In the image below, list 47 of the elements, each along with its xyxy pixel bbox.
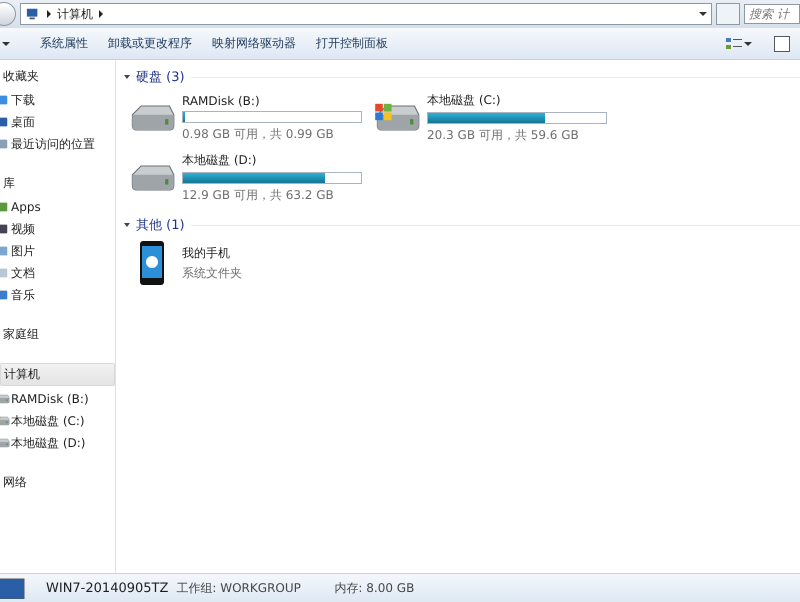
toolbar-button[interactable]: 映射网络驱动器 <box>202 31 306 56</box>
sidebar-group[interactable]: 家庭组 <box>0 324 115 345</box>
sidebar-item[interactable]: 音乐 <box>0 284 115 306</box>
sidebar-item[interactable]: 下载 <box>0 89 115 111</box>
section-header[interactable]: 硬盘 (3) <box>136 68 185 86</box>
preview-pane-icon[interactable] <box>774 36 790 52</box>
collapse-icon[interactable] <box>124 75 130 79</box>
item-name[interactable]: 本地磁盘 (D:) <box>182 152 362 169</box>
caret-icon[interactable] <box>2 42 10 46</box>
collapse-icon[interactable] <box>124 223 130 227</box>
chevron-icon <box>99 10 103 18</box>
dropdown-icon[interactable] <box>699 12 707 16</box>
computer-name: WIN7-20140905TZ <box>46 580 168 596</box>
sidebar-item[interactable]: RAMDisk (B:) <box>0 388 115 410</box>
sidebar-item[interactable]: Apps <box>0 196 115 218</box>
sidebar-group[interactable]: 网络 <box>0 472 115 493</box>
item-name[interactable]: RAMDisk (B:) <box>182 94 362 108</box>
breadcrumb[interactable]: 计算机 <box>57 6 93 22</box>
sidebar-group[interactable]: 库 <box>0 173 115 194</box>
phone-icon <box>139 240 165 286</box>
item-name[interactable]: 本地磁盘 (C:) <box>427 92 607 109</box>
sidebar-item[interactable]: 最近访问的位置 <box>0 133 115 155</box>
sidebar-item[interactable]: 视频 <box>0 218 115 240</box>
refresh-button[interactable] <box>716 3 740 25</box>
sidebar-item[interactable]: 本地磁盘 (D:) <box>0 432 115 454</box>
toolbar-button[interactable]: 系统属性 <box>30 31 98 56</box>
chevron-icon <box>47 10 51 18</box>
item-detail: 12.9 GB 可用，共 63.2 GB <box>182 187 335 204</box>
toolbar-button[interactable]: 打开控制面板 <box>306 31 398 56</box>
memory-label: 内存: 8.00 GB <box>334 580 416 596</box>
workgroup-label: 工作组: WORKGROUP <box>176 580 302 596</box>
item-name[interactable]: 我的手机 <box>182 244 242 262</box>
sidebar-item[interactable]: 图片 <box>0 240 115 262</box>
sidebar-group[interactable]: 收藏夹 <box>0 66 115 87</box>
toolbar-button[interactable]: 卸载或更改程序 <box>98 31 202 56</box>
caret-icon[interactable] <box>744 42 752 46</box>
section-header[interactable]: 其他 (1) <box>136 216 185 234</box>
item-detail: 系统文件夹 <box>182 264 242 282</box>
sidebar-item[interactable]: 桌面 <box>0 111 115 133</box>
item-detail: 0.98 GB 可用，共 0.99 GB <box>182 126 335 142</box>
search-field[interactable]: 搜索 计 <box>744 4 800 24</box>
sidebar-item[interactable]: 文档 <box>0 262 115 284</box>
view-options-icon[interactable] <box>726 36 742 50</box>
item-detail: 20.3 GB 可用，共 59.6 GB <box>427 127 580 144</box>
address-bar[interactable]: 计算机 <box>20 3 712 25</box>
sidebar-group[interactable]: 计算机 <box>0 363 115 386</box>
sidebar-item[interactable]: 本地磁盘 (C:) <box>0 410 115 432</box>
